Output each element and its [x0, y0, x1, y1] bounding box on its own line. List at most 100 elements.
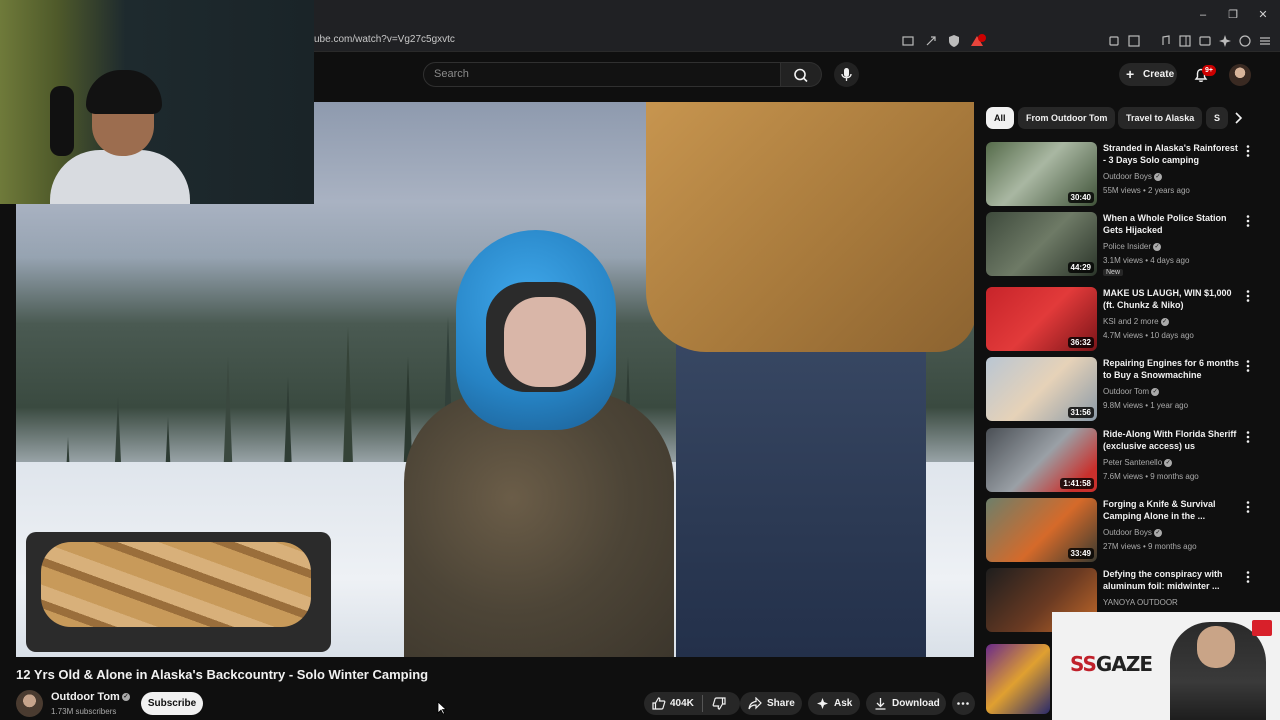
screen-cast-icon[interactable]: [901, 34, 915, 48]
video-thumbnail[interactable]: 36:32: [986, 287, 1097, 351]
mouse-cursor-icon: [437, 701, 447, 715]
more-actions-button[interactable]: [952, 692, 975, 715]
recommendation-channel[interactable]: Police Insider ✓: [1103, 242, 1162, 251]
tab-manager-icon[interactable]: [1127, 34, 1141, 48]
recommendation-channel[interactable]: Outdoor Tom ✓: [1103, 387, 1160, 396]
close-window-icon[interactable]: ✕: [1256, 8, 1270, 22]
account-avatar[interactable]: [1229, 64, 1251, 86]
search-placeholder[interactable]: Search: [434, 68, 469, 80]
dislike-icon[interactable]: [712, 697, 726, 710]
recommendation-title[interactable]: Repairing Engines for 6 months to Buy a …: [1103, 357, 1239, 381]
recommendation-title[interactable]: Stranded in Alaska's Rainforest - 3 Days…: [1103, 142, 1239, 166]
share-icon: [748, 697, 762, 710]
new-badge: New: [1103, 269, 1124, 276]
search-icon: [794, 68, 808, 83]
recommendation-meta: 4.7M views • 10 days ago: [1103, 331, 1194, 340]
minimize-icon[interactable]: –: [1196, 8, 1210, 22]
share-page-icon[interactable]: [924, 34, 938, 48]
download-label: Download: [892, 698, 940, 709]
voice-search-button[interactable]: [834, 62, 859, 87]
more-vertical-icon[interactable]: [1244, 359, 1252, 373]
verified-icon: ✓: [1153, 172, 1162, 181]
subscriber-count: 1.73M subscribers: [51, 707, 117, 716]
chip-from-outdoor-tom[interactable]: From Outdoor Tom: [1018, 107, 1116, 129]
restore-icon[interactable]: ❐: [1226, 8, 1240, 22]
recommendation-title[interactable]: Forging a Knife & Survival Camping Alone…: [1103, 498, 1239, 522]
more-vertical-icon[interactable]: [1244, 214, 1252, 228]
video-thumbnail[interactable]: 44:29: [986, 212, 1097, 276]
like-count[interactable]: 404K: [670, 698, 694, 709]
browser-menu-icon[interactable]: [1258, 34, 1272, 48]
child-face: [504, 297, 586, 387]
chevron-right-icon[interactable]: [1231, 110, 1245, 126]
like-icon[interactable]: [652, 697, 666, 710]
recommendation-meta: 27M views • 9 months ago: [1103, 542, 1197, 551]
chip-travel-to-alaska[interactable]: Travel to Alaska: [1118, 107, 1203, 129]
video-thumbnail[interactable]: 1:41:58: [986, 428, 1097, 492]
recommendation-item[interactable]: 1:41:58 Ride-Along With Florida Sheriff …: [986, 428, 1256, 494]
extension-alert-icon[interactable]: [970, 34, 986, 48]
recommendation-item[interactable]: 31:56 Repairing Engines for 6 months to …: [986, 357, 1256, 423]
more-vertical-icon[interactable]: [1244, 500, 1252, 514]
url-text[interactable]: ube.com/watch?v=Vg27c5gxvtc: [314, 34, 455, 45]
recommendation-title[interactable]: When a Whole Police Station Gets Hijacke…: [1103, 212, 1239, 236]
verified-icon: ✓: [1164, 458, 1173, 467]
sponsor-face: [1197, 626, 1235, 668]
ask-button[interactable]: Ask: [808, 692, 860, 715]
video-thumbnail[interactable]: 30:40: [986, 142, 1097, 206]
recommendation-title[interactable]: Ride-Along With Florida Sheriff (exclusi…: [1103, 428, 1239, 452]
extensions-icon[interactable]: [1107, 34, 1121, 48]
like-divider: [702, 695, 703, 712]
recommendation-item[interactable]: 30:40 Stranded in Alaska's Rainforest - …: [986, 142, 1256, 208]
recommendation-channel[interactable]: Outdoor Boys ✓: [1103, 172, 1162, 181]
logo-ss: SS: [1070, 652, 1097, 676]
video-thumbnail[interactable]: [986, 644, 1050, 714]
search-button[interactable]: [781, 62, 822, 87]
channel-name[interactable]: Outdoor Tom: [51, 691, 120, 703]
channel-label: KSI and 2 more: [1103, 317, 1159, 326]
recommendation-channel[interactable]: Peter Santenello ✓: [1103, 458, 1173, 467]
subscribe-button[interactable]: Subscribe: [141, 692, 203, 715]
facecam-microphone: [50, 86, 74, 156]
recommendation-meta: 9.8M views • 1 year ago: [1103, 401, 1189, 410]
video-thumbnail[interactable]: 33:49: [986, 498, 1097, 562]
create-button[interactable]: + Create: [1119, 63, 1177, 86]
facecam-hair: [86, 70, 162, 114]
share-button[interactable]: Share: [740, 692, 802, 715]
duration-badge: 36:32: [1067, 337, 1094, 348]
search-input[interactable]: Search: [423, 62, 781, 87]
channel-name-row[interactable]: Outdoor Tom ✓: [51, 691, 130, 703]
verified-icon: ✓: [1160, 317, 1169, 326]
wallet-icon[interactable]: [1198, 34, 1212, 48]
vpn-icon[interactable]: [1238, 34, 1252, 48]
notification-count-badge: 9+: [1202, 65, 1216, 76]
recommendation-title[interactable]: Defying the conspiracy with aluminum foi…: [1103, 568, 1239, 592]
adult-jacket: [646, 102, 974, 352]
more-vertical-icon[interactable]: [1244, 430, 1252, 444]
video-thumbnail[interactable]: 31:56: [986, 357, 1097, 421]
channel-label: Outdoor Boys: [1103, 172, 1152, 181]
chip-all[interactable]: All: [986, 107, 1014, 129]
ai-sparkle-icon[interactable]: [1218, 34, 1232, 48]
duration-badge: 44:29: [1067, 262, 1094, 273]
recommendation-channel[interactable]: KSI and 2 more ✓: [1103, 317, 1169, 326]
duration-badge: 31:56: [1067, 407, 1094, 418]
more-vertical-icon[interactable]: [1244, 144, 1252, 158]
recommendation-channel[interactable]: Outdoor Boys ✓: [1103, 528, 1162, 537]
streamer-facecam: [0, 0, 314, 204]
music-icon[interactable]: [1158, 34, 1172, 48]
shield-icon[interactable]: [947, 34, 961, 48]
more-vertical-icon[interactable]: [1244, 289, 1252, 303]
recommendation-item[interactable]: 44:29 When a Whole Police Station Gets H…: [986, 212, 1256, 278]
recommendation-channel[interactable]: YANOYA OUTDOOR: [1103, 598, 1178, 607]
more-vertical-icon[interactable]: [1244, 570, 1252, 584]
recommendation-item[interactable]: 36:32 MAKE US LAUGH, WIN $1,000 (ft. Chu…: [986, 287, 1256, 353]
create-label: Create: [1143, 69, 1175, 80]
recommendation-title[interactable]: MAKE US LAUGH, WIN $1,000 (ft. Chunkz & …: [1103, 287, 1239, 311]
download-button[interactable]: Download: [866, 692, 946, 715]
sidebar-icon[interactable]: [1178, 34, 1192, 48]
like-dislike-group: 404K: [644, 692, 740, 715]
recommendation-item[interactable]: 33:49 Forging a Knife & Survival Camping…: [986, 498, 1256, 564]
chip-more[interactable]: S: [1206, 107, 1229, 129]
channel-avatar[interactable]: [16, 690, 43, 717]
